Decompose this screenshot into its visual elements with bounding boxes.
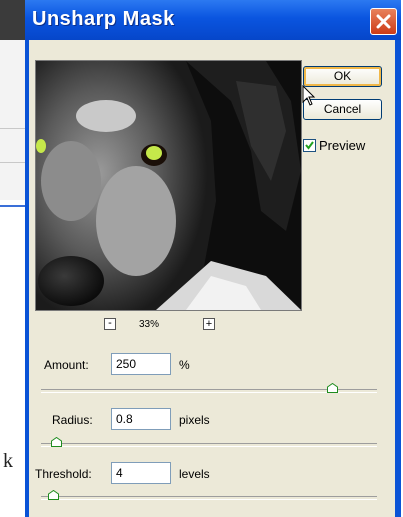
amount-input[interactable]: 250: [111, 353, 171, 375]
threshold-label: Threshold:: [35, 467, 92, 481]
background-app-panel: [0, 40, 26, 200]
radius-slider-thumb[interactable]: [50, 437, 62, 447]
mouse-pointer-icon: [302, 85, 316, 106]
radius-slider-track[interactable]: [41, 443, 377, 447]
checkmark-icon: [305, 141, 314, 150]
zoom-level: 33%: [139, 319, 160, 330]
amount-slider-thumb[interactable]: [327, 383, 338, 393]
radius-unit: pixels: [179, 413, 210, 427]
radius-input[interactable]: 0.8: [111, 408, 171, 430]
dog-photo-preview: [36, 61, 301, 310]
unsharp-mask-dialog: Unsharp Mask - 33% + OK Cancel Preview A…: [25, 0, 401, 517]
radius-label: Radius:: [52, 413, 93, 427]
dialog-client-area: - 33% + OK Cancel Preview Amount: 250 % …: [29, 40, 395, 517]
zoom-out-button[interactable]: -: [104, 318, 116, 330]
zoom-in-button[interactable]: +: [203, 318, 215, 330]
threshold-slider-thumb[interactable]: [47, 490, 59, 500]
threshold-slider-track[interactable]: [41, 496, 377, 500]
close-button[interactable]: [370, 8, 397, 35]
title-bar[interactable]: Unsharp Mask: [25, 0, 401, 40]
amount-label: Amount:: [44, 358, 89, 372]
threshold-unit: levels: [179, 467, 210, 481]
background-divider: [0, 128, 26, 129]
amount-unit: %: [179, 358, 190, 372]
ok-button[interactable]: OK: [303, 66, 382, 87]
dialog-title: Unsharp Mask: [32, 8, 175, 30]
background-divider: [0, 162, 26, 163]
background-partial-text: k: [3, 450, 13, 472]
close-icon: [376, 14, 391, 29]
preview-checkbox[interactable]: [303, 139, 316, 152]
preview-label: Preview: [319, 138, 366, 153]
image-preview[interactable]: [35, 60, 302, 311]
background-selection-line: [0, 205, 26, 207]
threshold-input[interactable]: 4: [111, 462, 171, 484]
